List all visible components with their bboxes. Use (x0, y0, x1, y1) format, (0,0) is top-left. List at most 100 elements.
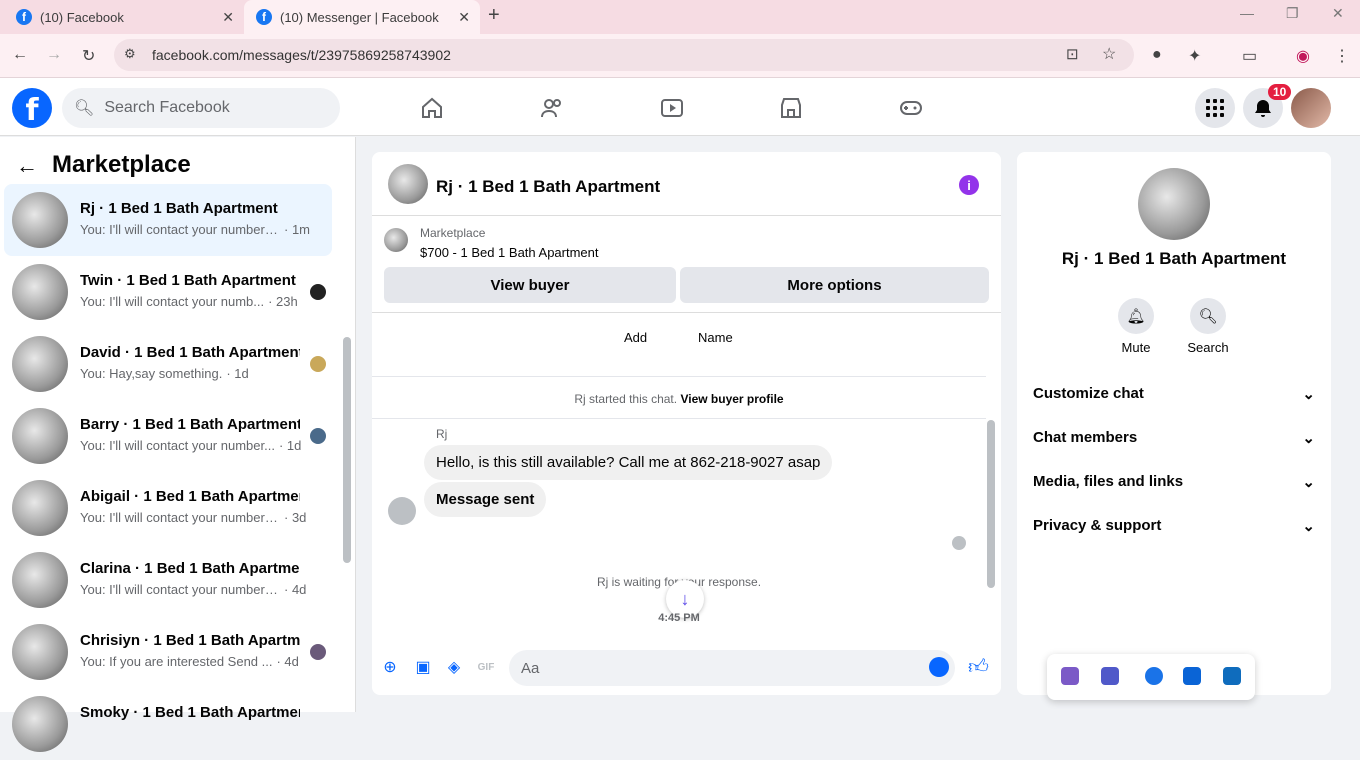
thumbs-up-icon[interactable]: 👍︎ (968, 655, 989, 679)
section-customize-chat[interactable]: Customize chat ⌄ (1033, 385, 1315, 403)
cast-icon[interactable]: ▭ (1242, 46, 1257, 66)
message-composer: ⊕ ▣ ◈ GIF Aa 👍︎ (372, 647, 1001, 695)
browser-tab-strip: f (10) Facebook ✕ f (10) Messenger | Fac… (0, 0, 1360, 34)
marketplace-listing-bar: Marketplace $700 - 1 Bed 1 Bath Apartmen… (372, 216, 1001, 313)
sender-avatar (388, 497, 416, 525)
conversation-item[interactable]: Barry · 1 Bed 1 Bath Apartment You: I'll… (4, 400, 332, 472)
home-icon[interactable] (418, 94, 446, 122)
conversation-preview: You: I'll will contact your number s... (80, 510, 280, 525)
close-tab-icon[interactable]: ✕ (222, 9, 234, 26)
section-media-files-links[interactable]: Media, files and links ⌄ (1033, 473, 1315, 491)
address-bar[interactable]: ⚙ facebook.com/messages/t/23975869258743… (114, 39, 1134, 71)
facebook-favicon-icon: f (16, 9, 32, 25)
search-facebook-input[interactable]: 🔍︎ Search Facebook (62, 88, 340, 128)
pen-app-icon[interactable] (1061, 667, 1079, 685)
conversation-item[interactable]: Chrisiyn · 1 Bed 1 Bath Apartm... You: I… (4, 616, 332, 688)
conversation-time: · 1m (284, 222, 310, 237)
browser-tab-facebook[interactable]: f (10) Facebook ✕ (4, 0, 244, 34)
new-tab-icon[interactable]: + (488, 4, 500, 27)
conversation-time: · 4d (276, 654, 299, 669)
conversation-name: Chrisiyn · 1 Bed 1 Bath Apartm... (80, 632, 300, 649)
bluetooth-icon[interactable] (1183, 667, 1201, 685)
facebook-logo-icon[interactable]: f (12, 88, 52, 128)
plus-circle-icon[interactable]: ⊕ (380, 657, 400, 677)
mute-button[interactable]: 🔔︎ Mute (1106, 298, 1166, 355)
profile-icon[interactable]: ◉ (1296, 46, 1310, 66)
teams-icon[interactable] (1101, 667, 1119, 685)
search-placeholder: Search Facebook (104, 99, 230, 116)
site-info-icon[interactable]: ⚙ (124, 46, 136, 62)
bookmark-star-icon[interactable]: ☆ (1102, 44, 1116, 64)
conversation-item[interactable]: Rj · 1 Bed 1 Bath Apartment You: I'll wi… (4, 184, 332, 256)
section-chat-members[interactable]: Chat members ⌄ (1033, 429, 1315, 447)
account-avatar[interactable] (1291, 88, 1331, 128)
read-receipt-avatar (310, 356, 326, 372)
more-options-button[interactable]: More options (680, 267, 989, 303)
started-text: Rj started this chat. (574, 392, 678, 406)
defender-icon[interactable] (1223, 667, 1241, 685)
search-icon: 🔍︎ (1190, 298, 1226, 334)
conversation-item[interactable]: Twin · 1 Bed 1 Bath Apartment You: I'll … (4, 256, 332, 328)
chat-title[interactable]: Rj · 1 Bed 1 Bath Apartment (436, 177, 660, 197)
read-receipt-avatar (310, 428, 326, 444)
search-conversation-button[interactable]: 🔍︎ Search (1178, 298, 1238, 355)
conversation-item[interactable]: Smoky · 1 Bed 1 Bath Apartment (4, 688, 332, 760)
close-window-icon[interactable]: ✕ (1332, 5, 1344, 22)
reload-icon[interactable]: ↻ (82, 46, 95, 66)
message-bubble[interactable]: Hello, is this still available? Call me … (424, 445, 833, 480)
view-buyer-profile-link[interactable]: View buyer profile (680, 392, 783, 406)
emoji-icon[interactable] (929, 657, 949, 677)
chat-info-name: Rj · 1 Bed 1 Bath Apartment (1061, 249, 1287, 268)
forward-icon[interactable]: → (46, 46, 62, 64)
back-icon[interactable]: ← (12, 46, 28, 64)
chat-scrollbar[interactable] (987, 420, 995, 588)
cookie-extension-icon[interactable]: ● (1152, 46, 1162, 64)
listing-thumbnail (12, 624, 68, 680)
back-arrow-icon[interactable]: ← (16, 153, 38, 179)
conversation-item[interactable]: Clarina · 1 Bed 1 Bath Apartment You: I'… (4, 544, 332, 616)
search-icon: 🔍︎ (74, 100, 95, 117)
sticker-icon[interactable]: ◈ (444, 657, 464, 677)
section-privacy-support[interactable]: Privacy & support ⌄ (1033, 517, 1315, 535)
listing-mini-thumbnail (384, 228, 408, 252)
browser-tab-messenger[interactable]: f (10) Messenger | Facebook ✕ (244, 0, 480, 34)
menu-grid-icon[interactable] (1195, 88, 1235, 128)
info-icon[interactable]: i (959, 175, 979, 195)
add-action[interactable]: Add (624, 330, 647, 345)
add-label: Add (624, 330, 648, 345)
conversation-item[interactable]: Abigail · 1 Bed 1 Bath Apartment You: I'… (4, 472, 332, 544)
marketplace-sidebar: ← Marketplace Rj · 1 Bed 1 Bath Apartmen… (0, 137, 356, 752)
view-buyer-button[interactable]: View buyer (384, 267, 676, 303)
chat-listing-thumbnail[interactable] (388, 164, 428, 204)
name-action[interactable]: Name (698, 330, 733, 345)
listing-thumbnail (12, 408, 68, 464)
conversation-time: · 4d (284, 582, 307, 597)
install-app-icon[interactable]: ⊡ (1066, 45, 1079, 63)
sidebar-scrollbar[interactable] (343, 337, 351, 563)
menu-icon[interactable]: ⋮ (1334, 46, 1350, 66)
extensions-icon[interactable]: ✦ (1188, 46, 1201, 66)
conversation-item[interactable]: David · 1 Bed 1 Bath Apartment You: Hay,… (4, 328, 332, 400)
message-bubble[interactable]: Message sent (424, 482, 547, 517)
listing-price-title[interactable]: $700 - 1 Bed 1 Bath Apartment (420, 245, 599, 260)
chevron-down-icon: ⌄ (1302, 430, 1315, 447)
listing-thumbnail (12, 696, 68, 752)
friends-icon[interactable] (538, 94, 566, 122)
marketplace-icon[interactable] (777, 94, 805, 122)
security-shield-icon[interactable] (1145, 667, 1163, 685)
close-tab-icon[interactable]: ✕ (458, 9, 470, 26)
photo-icon[interactable]: ▣ (413, 657, 433, 677)
gaming-icon[interactable] (897, 94, 925, 122)
marketplace-label: Marketplace (420, 226, 486, 240)
conversation-name: Clarina · 1 Bed 1 Bath Apartment (80, 560, 300, 577)
restore-icon[interactable]: ❐ (1286, 5, 1299, 22)
conversation-preview: You: I'll will contact your numb... (80, 294, 265, 309)
video-icon[interactable] (658, 94, 686, 122)
search-label: Search (1187, 340, 1229, 355)
minimize-icon[interactable]: — (1240, 5, 1254, 21)
gif-icon[interactable]: GIF (476, 657, 496, 677)
chevron-down-icon: ⌄ (1302, 386, 1315, 403)
read-receipt-avatar (310, 644, 326, 660)
conversation-preview: You: If you are interested Send ... (80, 654, 273, 669)
message-input[interactable]: Aa (509, 650, 955, 686)
